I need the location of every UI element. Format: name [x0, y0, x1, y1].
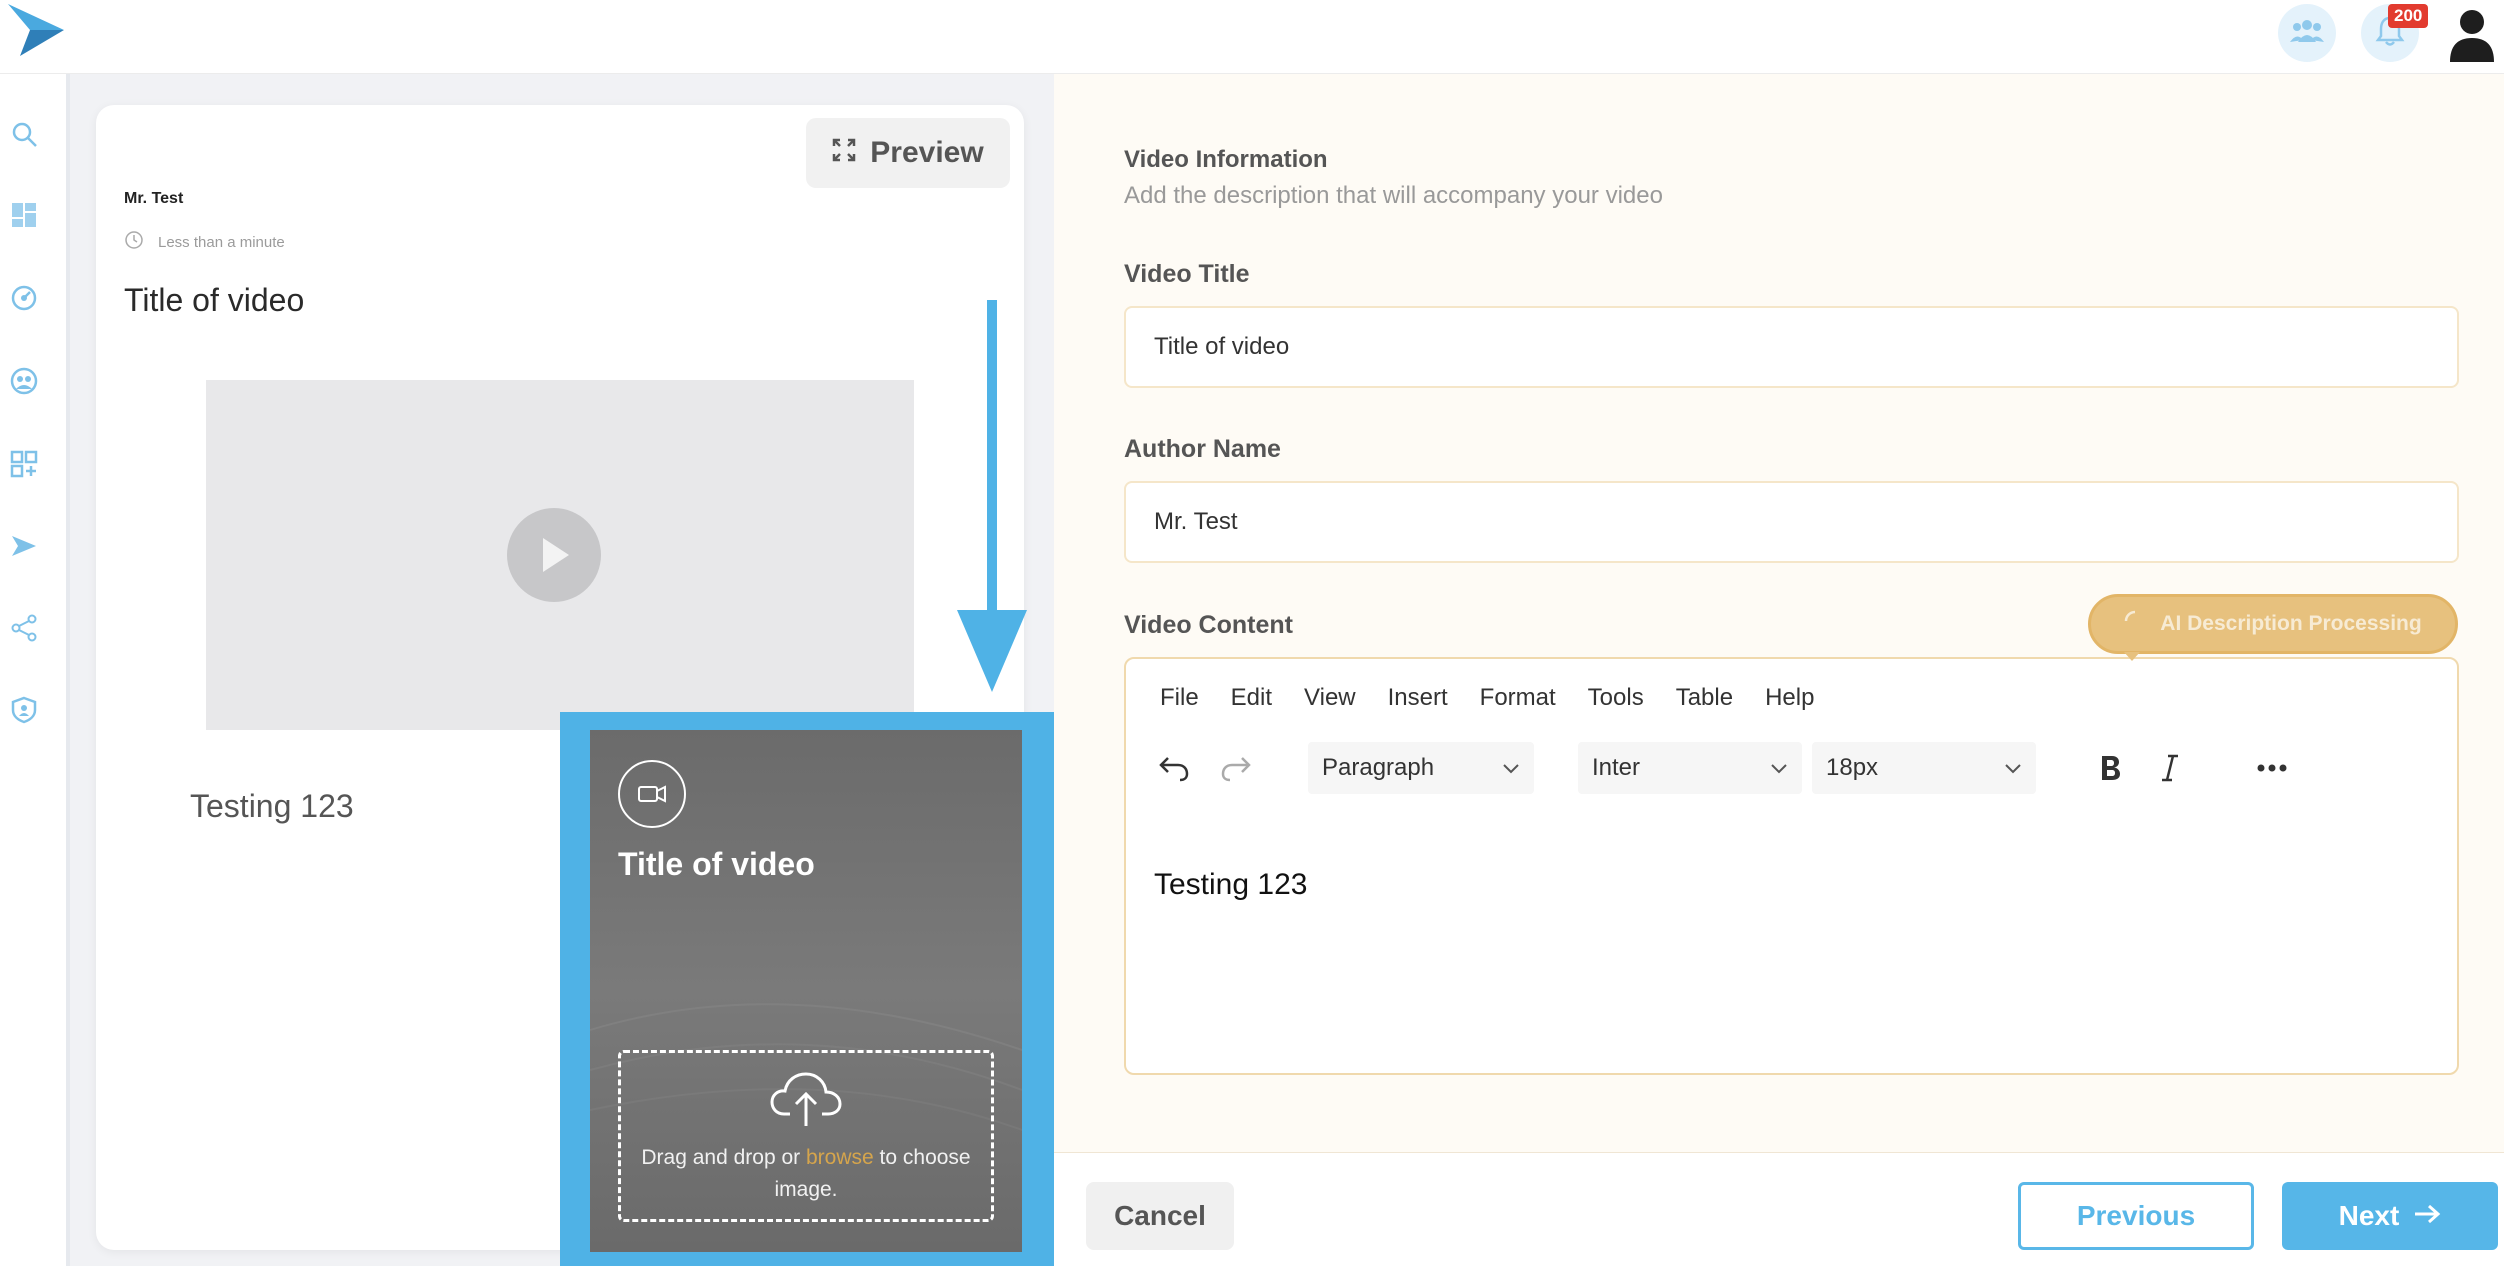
- more-options-icon[interactable]: [2252, 748, 2292, 788]
- undo-icon[interactable]: [1154, 748, 1194, 788]
- notification-count-badge: 200: [2388, 4, 2429, 28]
- font-size-value: 18px: [1826, 754, 1879, 781]
- play-icon[interactable]: [507, 508, 601, 602]
- menu-tools[interactable]: Tools: [1588, 684, 1644, 712]
- team-icon: [2290, 18, 2324, 49]
- share-icon[interactable]: [6, 610, 42, 646]
- clock-icon: [124, 230, 144, 254]
- chevron-down-icon: [1502, 754, 1520, 782]
- dial-icon[interactable]: [6, 280, 42, 316]
- send-icon[interactable]: [6, 528, 42, 564]
- ai-description-button[interactable]: AI Description Processing: [2088, 594, 2458, 654]
- spinner-icon: [2124, 610, 2146, 638]
- cloud-upload-icon: [770, 1070, 842, 1128]
- search-icon[interactable]: [6, 116, 42, 152]
- font-family-select[interactable]: Inter: [1578, 742, 1802, 794]
- menu-help[interactable]: Help: [1765, 684, 1814, 712]
- preview-description: Testing 123: [190, 788, 354, 824]
- callout-arrow-icon: [955, 300, 1029, 692]
- read-time-text: Less than a minute: [158, 233, 285, 251]
- section-title: Video Information: [1124, 146, 1328, 173]
- ai-button-tail: [2124, 652, 2140, 661]
- dashboard-icon[interactable]: [6, 197, 42, 233]
- italic-icon[interactable]: [2150, 748, 2190, 788]
- preview-read-time: Less than a minute: [124, 230, 285, 254]
- shield-icon[interactable]: [6, 692, 42, 728]
- team-button[interactable]: [2278, 4, 2336, 62]
- menu-format[interactable]: Format: [1480, 684, 1556, 712]
- dropzone-text-before: Drag and drop or: [641, 1146, 806, 1169]
- dropzone-text: Drag and drop or browse to choose image.: [628, 1142, 984, 1206]
- user-icon[interactable]: [2446, 6, 2498, 62]
- rich-text-editor[interactable]: [1124, 657, 2459, 1075]
- author-name-input[interactable]: Mr. Test: [1124, 481, 2459, 563]
- logo-arrow-icon[interactable]: [6, 2, 66, 58]
- chevron-down-icon: [2004, 754, 2022, 782]
- preview-title: Title of video: [124, 282, 305, 318]
- cancel-button[interactable]: Cancel: [1086, 1182, 1234, 1250]
- preview-author: Mr. Test: [124, 190, 184, 207]
- expand-icon: [832, 136, 856, 170]
- ai-button-label: AI Description Processing: [2160, 612, 2422, 635]
- sidebar: [0, 74, 70, 1266]
- next-button[interactable]: Next: [2282, 1182, 2498, 1250]
- arrow-right-icon: [2413, 1200, 2441, 1232]
- editor-content[interactable]: Testing 123: [1154, 868, 1307, 902]
- menu-table[interactable]: Table: [1676, 684, 1733, 712]
- menu-edit[interactable]: Edit: [1231, 684, 1272, 712]
- thumbnail-title: Title of video: [618, 846, 815, 882]
- menu-file[interactable]: File: [1160, 684, 1199, 712]
- section-subtitle: Add the description that will accompany …: [1124, 182, 1663, 209]
- font-family-value: Inter: [1592, 754, 1641, 781]
- redo-icon[interactable]: [1216, 748, 1256, 788]
- block-format-select[interactable]: Paragraph: [1308, 742, 1534, 794]
- browse-link[interactable]: browse: [806, 1146, 874, 1169]
- author-name-label: Author Name: [1124, 435, 1281, 463]
- video-title-label: Video Title: [1124, 260, 1250, 288]
- menu-insert[interactable]: Insert: [1388, 684, 1448, 712]
- top-bar: 200: [0, 0, 2504, 74]
- next-button-label: Next: [2338, 1200, 2400, 1231]
- video-title-input[interactable]: Title of video: [1124, 306, 2459, 388]
- previous-button[interactable]: Previous: [2018, 1182, 2254, 1250]
- chevron-down-icon: [1770, 754, 1788, 782]
- video-camera-icon: [618, 760, 686, 828]
- menu-view[interactable]: View: [1304, 684, 1356, 712]
- block-format-value: Paragraph: [1322, 754, 1435, 781]
- editor-menubar: File Edit View Insert Format Tools Table…: [1160, 684, 1846, 712]
- font-size-select[interactable]: 18px: [1812, 742, 2036, 794]
- community-icon[interactable]: [6, 363, 42, 399]
- apps-add-icon[interactable]: [6, 446, 42, 482]
- preview-button-label: Preview: [870, 136, 984, 169]
- bold-icon[interactable]: [2090, 748, 2130, 788]
- video-content-label: Video Content: [1124, 611, 1293, 639]
- preview-button[interactable]: Preview: [806, 118, 1010, 188]
